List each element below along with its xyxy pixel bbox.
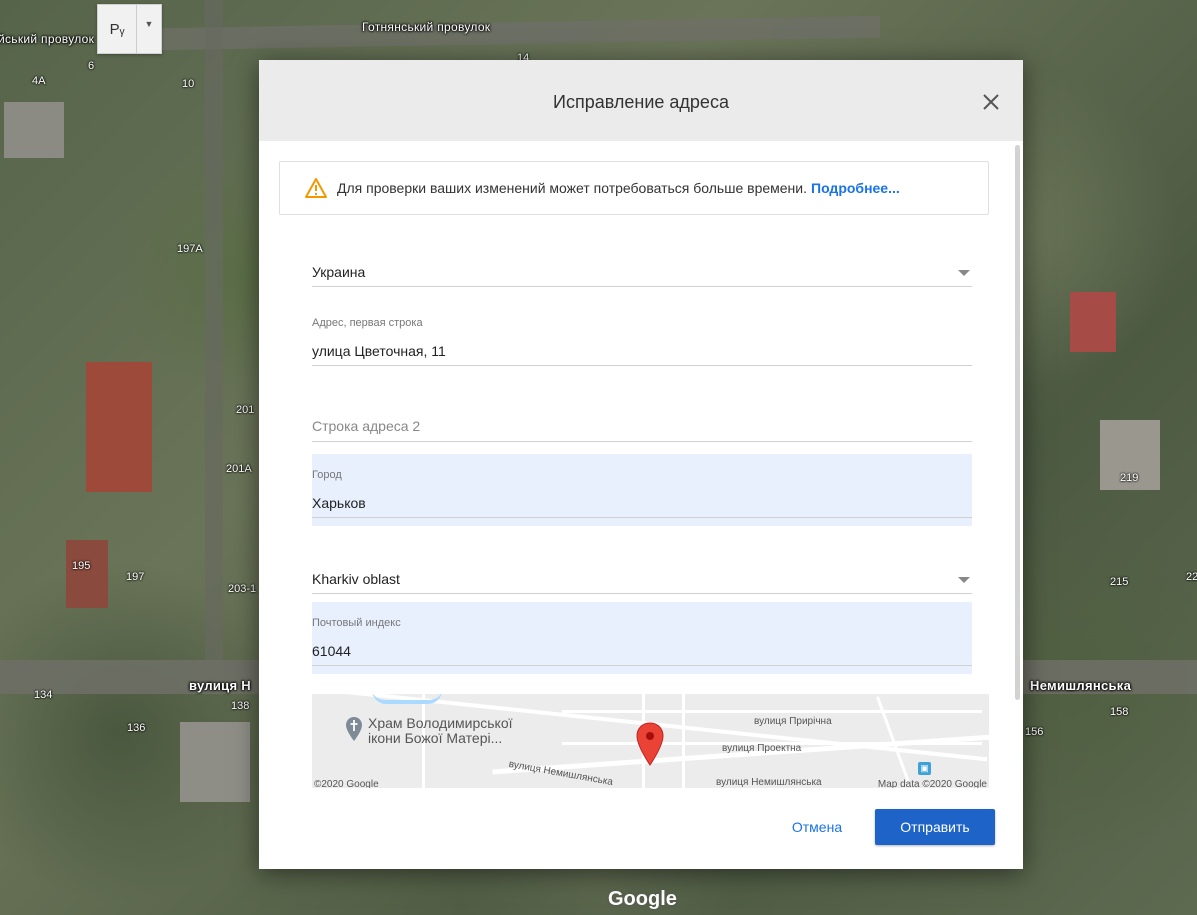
street-label: Готнянський провулок bbox=[362, 20, 491, 34]
house-number: 195 bbox=[72, 560, 91, 572]
church-poi-label[interactable]: Храм Володимирської ікони Божої Матері..… bbox=[368, 716, 513, 746]
city-value: Харьков bbox=[312, 495, 366, 511]
transit-icon: ▣ bbox=[918, 762, 931, 775]
map-road bbox=[205, 0, 223, 660]
address-line2-placeholder: Строка адреса 2 bbox=[312, 418, 421, 434]
house-number: 136 bbox=[127, 722, 146, 734]
map-building bbox=[180, 722, 250, 802]
learn-more-link[interactable]: Подробнее... bbox=[811, 180, 900, 196]
chevron-down-icon bbox=[958, 577, 970, 583]
city-label: Город bbox=[312, 469, 342, 481]
dropdown-arrow-icon[interactable]: ▼ bbox=[137, 5, 161, 53]
region-select[interactable]: Kharkiv oblast bbox=[312, 562, 972, 594]
address-line1-field[interactable]: Адрес, первая строка улица Цветочная, 11 bbox=[312, 312, 972, 366]
map-building bbox=[1070, 292, 1116, 352]
warning-text: Для проверки ваших изменений может потре… bbox=[337, 180, 807, 196]
house-number: 10 bbox=[182, 78, 195, 90]
house-number: 215 bbox=[1110, 576, 1129, 588]
house-number: 22 bbox=[1186, 571, 1197, 583]
address-line1-label: Адрес, первая строка bbox=[312, 317, 423, 329]
church-icon bbox=[346, 717, 362, 741]
country-select[interactable]: Украина bbox=[312, 255, 972, 287]
google-logo: Google bbox=[608, 888, 677, 910]
location-mini-map[interactable]: Храм Володимирської ікони Божої Матері..… bbox=[312, 694, 989, 788]
house-number: 201А bbox=[226, 463, 252, 475]
address-line1-value: улица Цветочная, 11 bbox=[312, 343, 446, 359]
street-label: вулиця Проектна bbox=[722, 743, 802, 754]
house-number: 6 bbox=[88, 60, 95, 72]
region-value: Kharkiv oblast bbox=[312, 571, 400, 587]
house-number: 4А bbox=[32, 75, 46, 87]
poi-line1: Храм Володимирської bbox=[368, 715, 513, 731]
postal-code-value: 61044 bbox=[312, 643, 351, 659]
street-label: Немишлянська bbox=[1030, 678, 1132, 693]
house-number: 219 bbox=[1120, 472, 1139, 484]
postal-code-field[interactable]: Почтовый индекс 61044 bbox=[312, 602, 972, 674]
street-label: вулиця Н bbox=[189, 678, 251, 693]
house-number: 158 bbox=[1110, 706, 1129, 718]
edit-address-dialog: Исправление адреса Для проверки ваших из… bbox=[259, 60, 1023, 869]
warning-icon bbox=[305, 178, 327, 198]
house-number: 134 bbox=[34, 689, 53, 701]
scrollbar[interactable] bbox=[1015, 145, 1020, 700]
street-label: вулиця Прирічна bbox=[754, 716, 832, 727]
address-line2-field[interactable]: Строка адреса 2 bbox=[312, 405, 972, 442]
map-language-control[interactable]: Рᵧ ▼ bbox=[97, 4, 162, 54]
map-pin-icon bbox=[636, 722, 664, 766]
house-number: 201 bbox=[236, 404, 255, 416]
city-field[interactable]: Город Харьков bbox=[312, 454, 972, 526]
river bbox=[372, 694, 442, 704]
dialog-title: Исправление адреса bbox=[553, 92, 729, 112]
map-building bbox=[4, 102, 64, 158]
postal-code-label: Почтовый индекс bbox=[312, 617, 401, 629]
house-number: 156 bbox=[1025, 726, 1044, 738]
dialog-header: Исправление адреса bbox=[259, 60, 1023, 141]
submit-button[interactable]: Отправить bbox=[875, 809, 995, 845]
cancel-button[interactable]: Отмена bbox=[777, 809, 857, 845]
map-building bbox=[66, 540, 108, 608]
poi-line2: ікони Божої Матері... bbox=[368, 730, 503, 746]
warning-banner: Для проверки ваших изменений может потре… bbox=[279, 161, 989, 215]
house-number: 203-1 bbox=[228, 583, 257, 595]
country-value: Украина bbox=[312, 264, 366, 280]
close-icon[interactable] bbox=[979, 90, 1003, 114]
house-number: 197А bbox=[177, 243, 203, 255]
chevron-down-icon bbox=[958, 270, 970, 276]
lang-button[interactable]: Рᵧ bbox=[98, 5, 137, 53]
dialog-footer: Отмена Отправить bbox=[259, 787, 1023, 869]
house-number: 197 bbox=[126, 571, 145, 583]
house-number: 138 bbox=[231, 700, 250, 712]
map-building bbox=[86, 362, 152, 492]
street-label: йський провулок bbox=[0, 32, 95, 46]
